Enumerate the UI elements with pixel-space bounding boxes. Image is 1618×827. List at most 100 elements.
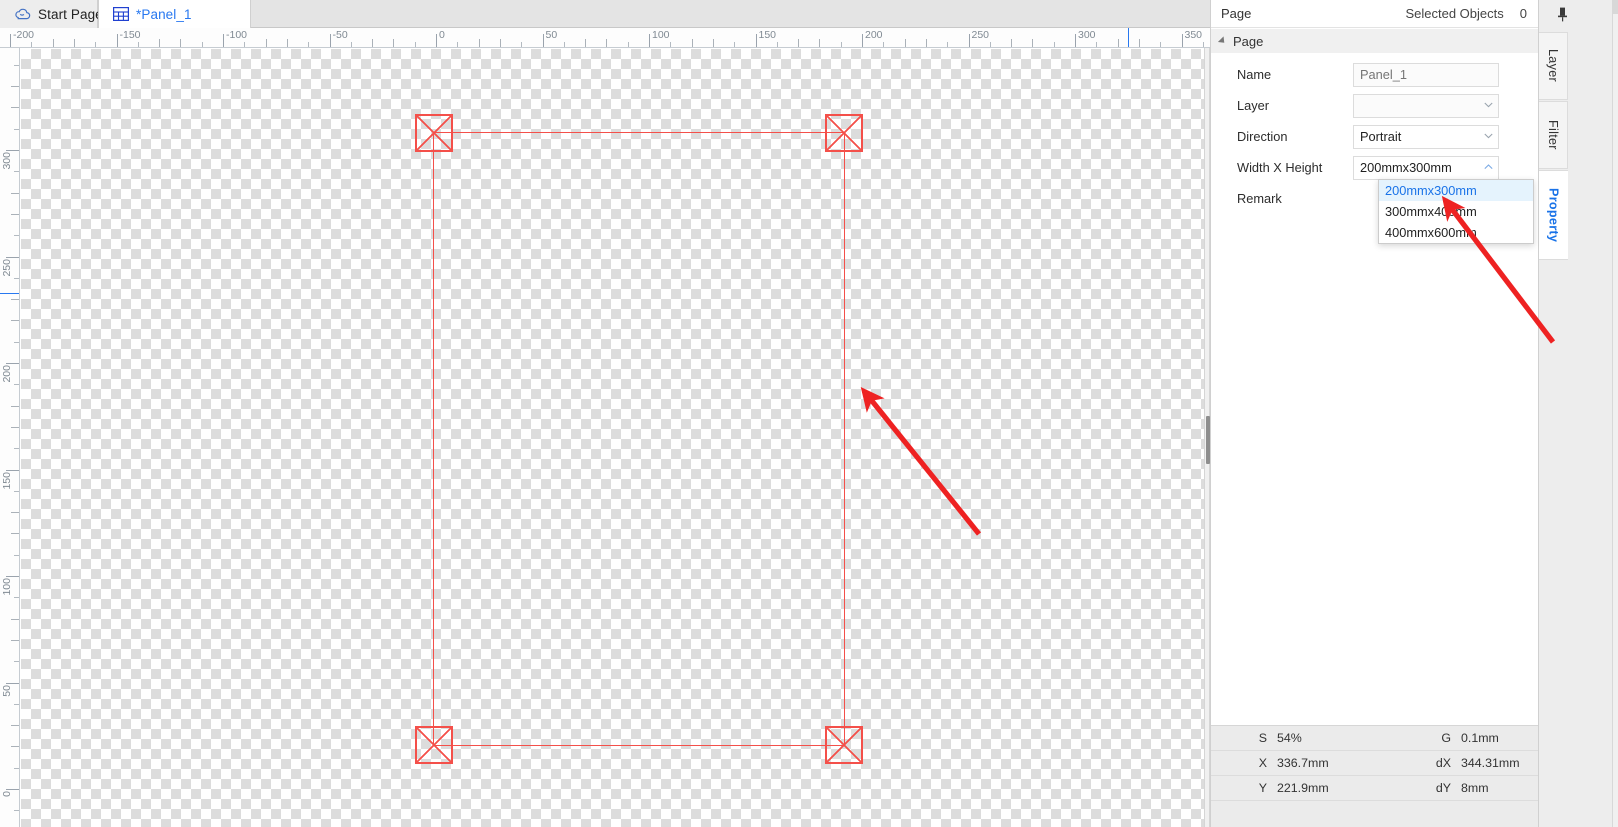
ruler-tick-minor xyxy=(52,39,54,47)
ruler-tick-minor xyxy=(201,42,203,47)
ruler-tick-minor xyxy=(308,42,310,47)
ruler-tick-major xyxy=(6,789,19,790)
ruler-tick-major xyxy=(6,469,19,471)
dropdown-option-1[interactable]: 300mmx400mm xyxy=(1379,201,1533,222)
status-key-x: X xyxy=(1258,756,1267,770)
ruler-tick-minor xyxy=(11,405,19,407)
ruler-tick-minor xyxy=(14,767,19,769)
ruler-tick-minor xyxy=(73,39,75,47)
property-field-layer[interactable] xyxy=(1353,93,1499,118)
ruler-label: 200 xyxy=(865,29,883,41)
property-list: Name Layer Direction Portrait xyxy=(1211,53,1539,725)
ruler-tick-minor xyxy=(14,235,19,237)
ruler-tick-minor xyxy=(840,42,842,47)
ruler-tick-minor xyxy=(180,39,182,47)
vtab-filter[interactable]: Filter xyxy=(1539,101,1568,169)
ruler-label: 250 xyxy=(971,29,990,41)
ruler-tick-minor xyxy=(691,39,693,47)
tab-panel-1[interactable]: *Panel_1 xyxy=(98,0,251,28)
ruler-label: -150 xyxy=(119,29,141,41)
ruler-label: 100 xyxy=(1,578,13,596)
ruler-tick-minor xyxy=(1053,42,1055,47)
ruler-label: 300 xyxy=(1,152,13,170)
ruler-tick-minor xyxy=(925,39,927,47)
ruler-tick-minor xyxy=(350,42,352,47)
dropdown-option-2[interactable]: 400mmx600mm xyxy=(1379,222,1533,243)
ruler-label: 250 xyxy=(1,258,13,277)
design-canvas[interactable] xyxy=(21,49,1204,827)
ruler-label: 200 xyxy=(1,365,13,383)
corner-marker-bottom-right[interactable] xyxy=(825,726,863,764)
ruler-tick-minor xyxy=(14,810,19,812)
ruler-tick-minor xyxy=(11,639,19,641)
property-field-direction[interactable]: Portrait xyxy=(1353,124,1499,149)
layer-select[interactable] xyxy=(1353,93,1499,118)
ruler-tick-minor xyxy=(1011,39,1013,47)
ruler-label: -100 xyxy=(226,29,248,41)
property-field-width-height[interactable]: 200mmx300mm xyxy=(1353,155,1499,180)
ruler-tick-minor xyxy=(1160,42,1162,47)
triangle-collapse-icon[interactable] xyxy=(1217,36,1228,46)
direction-select[interactable]: Portrait xyxy=(1353,124,1499,149)
ruler-tick-minor xyxy=(499,39,501,47)
ruler-tick-minor xyxy=(457,42,459,47)
vtab-property-label: Property xyxy=(1546,187,1561,243)
property-row-name: Name xyxy=(1211,59,1539,90)
ruler-tick-minor xyxy=(14,384,19,386)
ruler-tick-minor xyxy=(14,703,19,705)
property-row-layer: Layer xyxy=(1211,90,1539,121)
ruler-tick-minor xyxy=(11,533,19,535)
ruler-label: 300 xyxy=(1078,29,1096,41)
ruler-tick-minor xyxy=(14,171,19,173)
ruler-label: 150 xyxy=(1,471,13,490)
ruler-label: 50 xyxy=(1,684,13,697)
width-height-dropdown[interactable]: 200mmx300mm 300mmx400mm 400mmx600mm xyxy=(1378,179,1534,244)
property-field-name[interactable] xyxy=(1353,62,1499,87)
horizontal-ruler[interactable]: -200 -150 -100 -50 0 50 100 150 200 250 300 350 xyxy=(0,28,1210,48)
ruler-tick-minor xyxy=(95,42,97,47)
ruler-tick-minor xyxy=(819,39,821,47)
cloud-icon xyxy=(14,8,31,21)
pin-icon[interactable] xyxy=(1551,4,1573,24)
ruler-cursor-marker xyxy=(0,293,19,294)
selected-objects-label: Selected Objects xyxy=(1405,6,1504,21)
dropdown-option-0[interactable]: 200mmx300mm xyxy=(1379,180,1533,201)
status-grid: S 54% G 0.1mm X 336.7mm dX 344.31mm Y 22… xyxy=(1211,725,1539,827)
page-section-header[interactable]: Page xyxy=(1211,29,1539,53)
vtab-layer[interactable]: Layer xyxy=(1539,32,1568,100)
app-window: Start Page *Panel_1 -200 -150 -100 -50 0 50 10… xyxy=(0,0,1618,827)
ruler-tick-minor xyxy=(31,42,33,47)
ruler-tick-minor xyxy=(989,42,991,47)
ruler-tick-minor xyxy=(393,39,395,47)
ruler-tick-minor xyxy=(14,554,19,556)
ruler-tick-minor xyxy=(14,661,19,663)
status-key-dx: dX xyxy=(1435,756,1451,770)
ruler-tick-minor xyxy=(627,42,629,47)
ruler-tick-minor xyxy=(159,39,161,47)
ruler-tick-minor xyxy=(414,42,416,47)
tab-start-page[interactable]: Start Page xyxy=(0,0,103,28)
corner-marker-top-right[interactable] xyxy=(825,114,863,152)
right-scrollbar-thumb[interactable] xyxy=(1612,0,1618,14)
ruler-tick-minor xyxy=(563,42,565,47)
vertical-ruler[interactable]: 300 250 200 150 100 50 0 xyxy=(0,48,20,827)
status-key-y: Y xyxy=(1258,781,1267,795)
ruler-tick-minor xyxy=(904,39,906,47)
width-height-select[interactable]: 200mmx300mm xyxy=(1353,155,1499,180)
ruler-tick-minor xyxy=(11,299,19,301)
ruler-tick-minor xyxy=(1138,39,1140,47)
right-vertical-tab-strip: Layer Filter Property xyxy=(1538,0,1618,827)
status-value-grid: 0.1mm xyxy=(1461,731,1499,745)
property-panel-header: Page Selected Objects 0 xyxy=(1211,0,1539,28)
property-label-width-height: Width X Height xyxy=(1237,160,1323,175)
property-label-name: Name xyxy=(1237,67,1272,82)
corner-marker-top-left[interactable] xyxy=(415,114,453,152)
vtab-property[interactable]: Property xyxy=(1539,170,1568,260)
corner-marker-bottom-left[interactable] xyxy=(415,726,453,764)
status-value-scale: 54% xyxy=(1277,731,1302,745)
status-value-dy: 8mm xyxy=(1461,781,1489,795)
ruler-tick-minor xyxy=(1117,39,1119,47)
page-boundary-rect[interactable] xyxy=(415,114,863,764)
right-scrollbar-track[interactable] xyxy=(1612,0,1618,827)
name-input[interactable] xyxy=(1353,62,1499,87)
